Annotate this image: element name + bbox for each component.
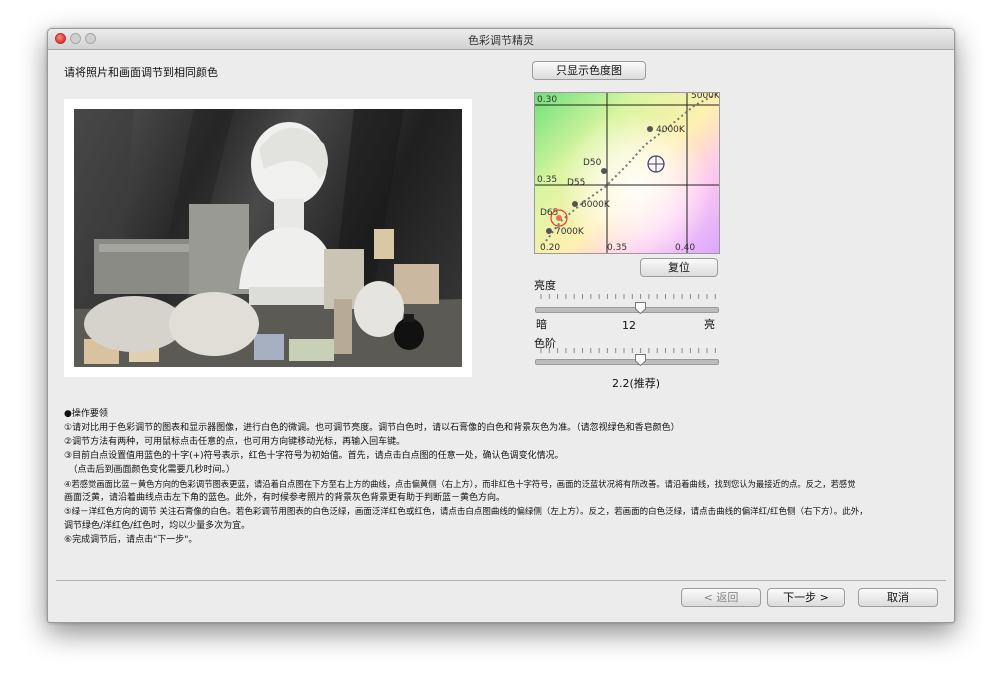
chart-label-d55: D55	[567, 178, 585, 188]
brightness-ticks	[540, 294, 716, 299]
ops-line: ③目前白点设置值用蓝色的十字(+)符号表示，红色十字符号为初始值。首先，请点击白…	[64, 451, 564, 461]
chart-label-035-y: 0.35	[537, 175, 557, 185]
window-title: 色彩调节精灵	[468, 34, 534, 47]
white-point-chart[interactable]: 0.30 0.35 0.35 0.40 0.20 4000K 5000K D50…	[534, 92, 720, 254]
show-chart-only-button[interactable]: 只显示色度图	[532, 61, 646, 80]
chart-label-4000k: 4000K	[656, 125, 686, 135]
plaster-still-life-image	[74, 109, 462, 367]
ops-line: 调节绿色/洋红色/红色时，均以少量多次为宜。	[64, 521, 251, 531]
next-button[interactable]: 下一步 >	[767, 588, 845, 607]
back-button[interactable]: < 返回	[681, 588, 761, 607]
ops-line: ⑥完成调节后，请点击"下一步"。	[64, 535, 198, 545]
chart-label-5000k: 5000K	[691, 93, 719, 101]
gamma-value: 2.2(推荐)	[611, 377, 661, 390]
chart-label-035-x: 0.35	[607, 243, 627, 253]
gamma-slider-thumb-icon[interactable]	[635, 354, 647, 366]
reference-photo	[74, 109, 462, 367]
ops-line: ●操作要领	[64, 409, 108, 419]
footer-separator	[56, 580, 946, 581]
ops-line: ④若感觉画面比蓝－黄色方向的色彩调节图表更蓝，请沿着白点图在下方至右上方的曲线，…	[64, 479, 856, 489]
ops-line: ②调节方法有两种，可用鼠标点击任意的点，也可用方向键移动光标，再输入回车键。	[64, 437, 406, 447]
chart-label-d65: D65	[540, 208, 558, 218]
brightness-value: 12	[622, 319, 636, 332]
chart-overlay: 0.30 0.35 0.35 0.40 0.20 4000K 5000K D50…	[535, 93, 719, 253]
crosshair-icon[interactable]	[647, 155, 665, 173]
ops-line: ①请对比用于色彩调节的图表和显示器图像，进行白色的微调。也可调节亮度。调节白色时…	[64, 423, 680, 433]
ops-line: ⑤绿－洋红色方向的调节 关注石膏像的白色。若色彩调节用图表的白色泛绿，画面泛洋红…	[64, 507, 868, 517]
reference-photo-frame	[64, 99, 472, 377]
ops-line: 画面泛黄，请沿着曲线点击左下角的蓝色。此外，有时候参考照片的背景灰色背景更有助于…	[64, 493, 506, 503]
instruction-title: 请将照片和画面调节到相同颜色	[64, 66, 218, 79]
brightness-dark-label: 暗	[536, 318, 547, 331]
chart-label-040: 0.40	[675, 243, 695, 253]
brightness-slider-track[interactable]	[535, 307, 719, 313]
brightness-slider-thumb-icon[interactable]	[635, 302, 647, 314]
chart-label-7000k: 7000K	[555, 227, 585, 237]
chart-label-6000k: 6000K	[581, 200, 611, 210]
brightness-label: 亮度	[534, 279, 556, 292]
operation-notes: ●操作要领 ①请对比用于色彩调节的图表和显示器图像，进行白色的微调。也可调节亮度…	[64, 407, 944, 547]
gamma-slider-track[interactable]	[535, 359, 719, 365]
title-bar: 色彩调节精灵	[48, 29, 954, 50]
chart-label-d50: D50	[583, 158, 602, 168]
chart-label-030: 0.30	[537, 95, 557, 105]
cancel-button[interactable]: 取消	[858, 588, 938, 607]
brightness-bright-label: 亮	[704, 318, 715, 331]
reset-button[interactable]: 复位	[640, 258, 718, 277]
gamma-ticks	[540, 348, 716, 353]
color-calibration-window: 色彩调节精灵 请将照片和画面调节到相同颜色 只显示色度图 0.30 0.35 0…	[47, 28, 955, 623]
ops-line: （点击后到画面颜色变化需要几秒时间。）	[64, 465, 236, 475]
